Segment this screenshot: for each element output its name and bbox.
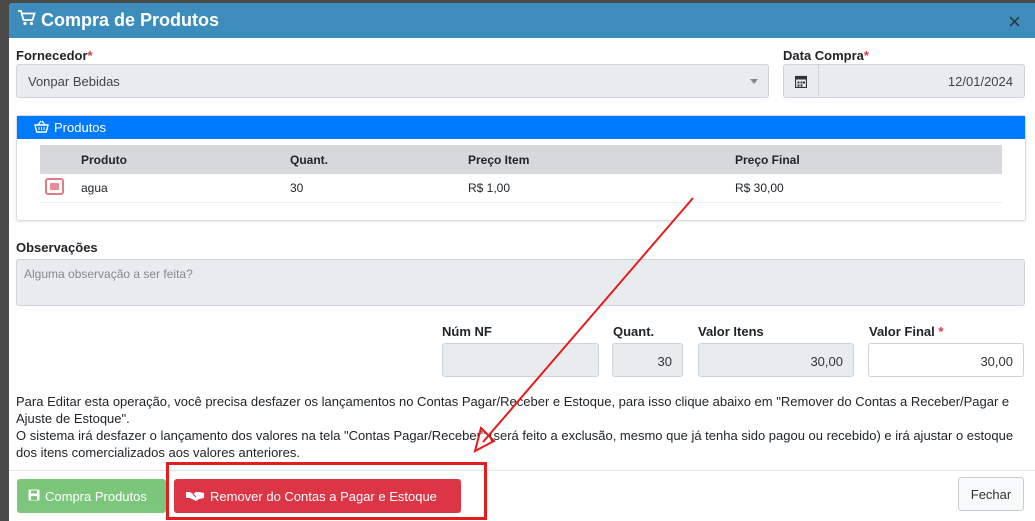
annotation-arrow [473,197,694,453]
